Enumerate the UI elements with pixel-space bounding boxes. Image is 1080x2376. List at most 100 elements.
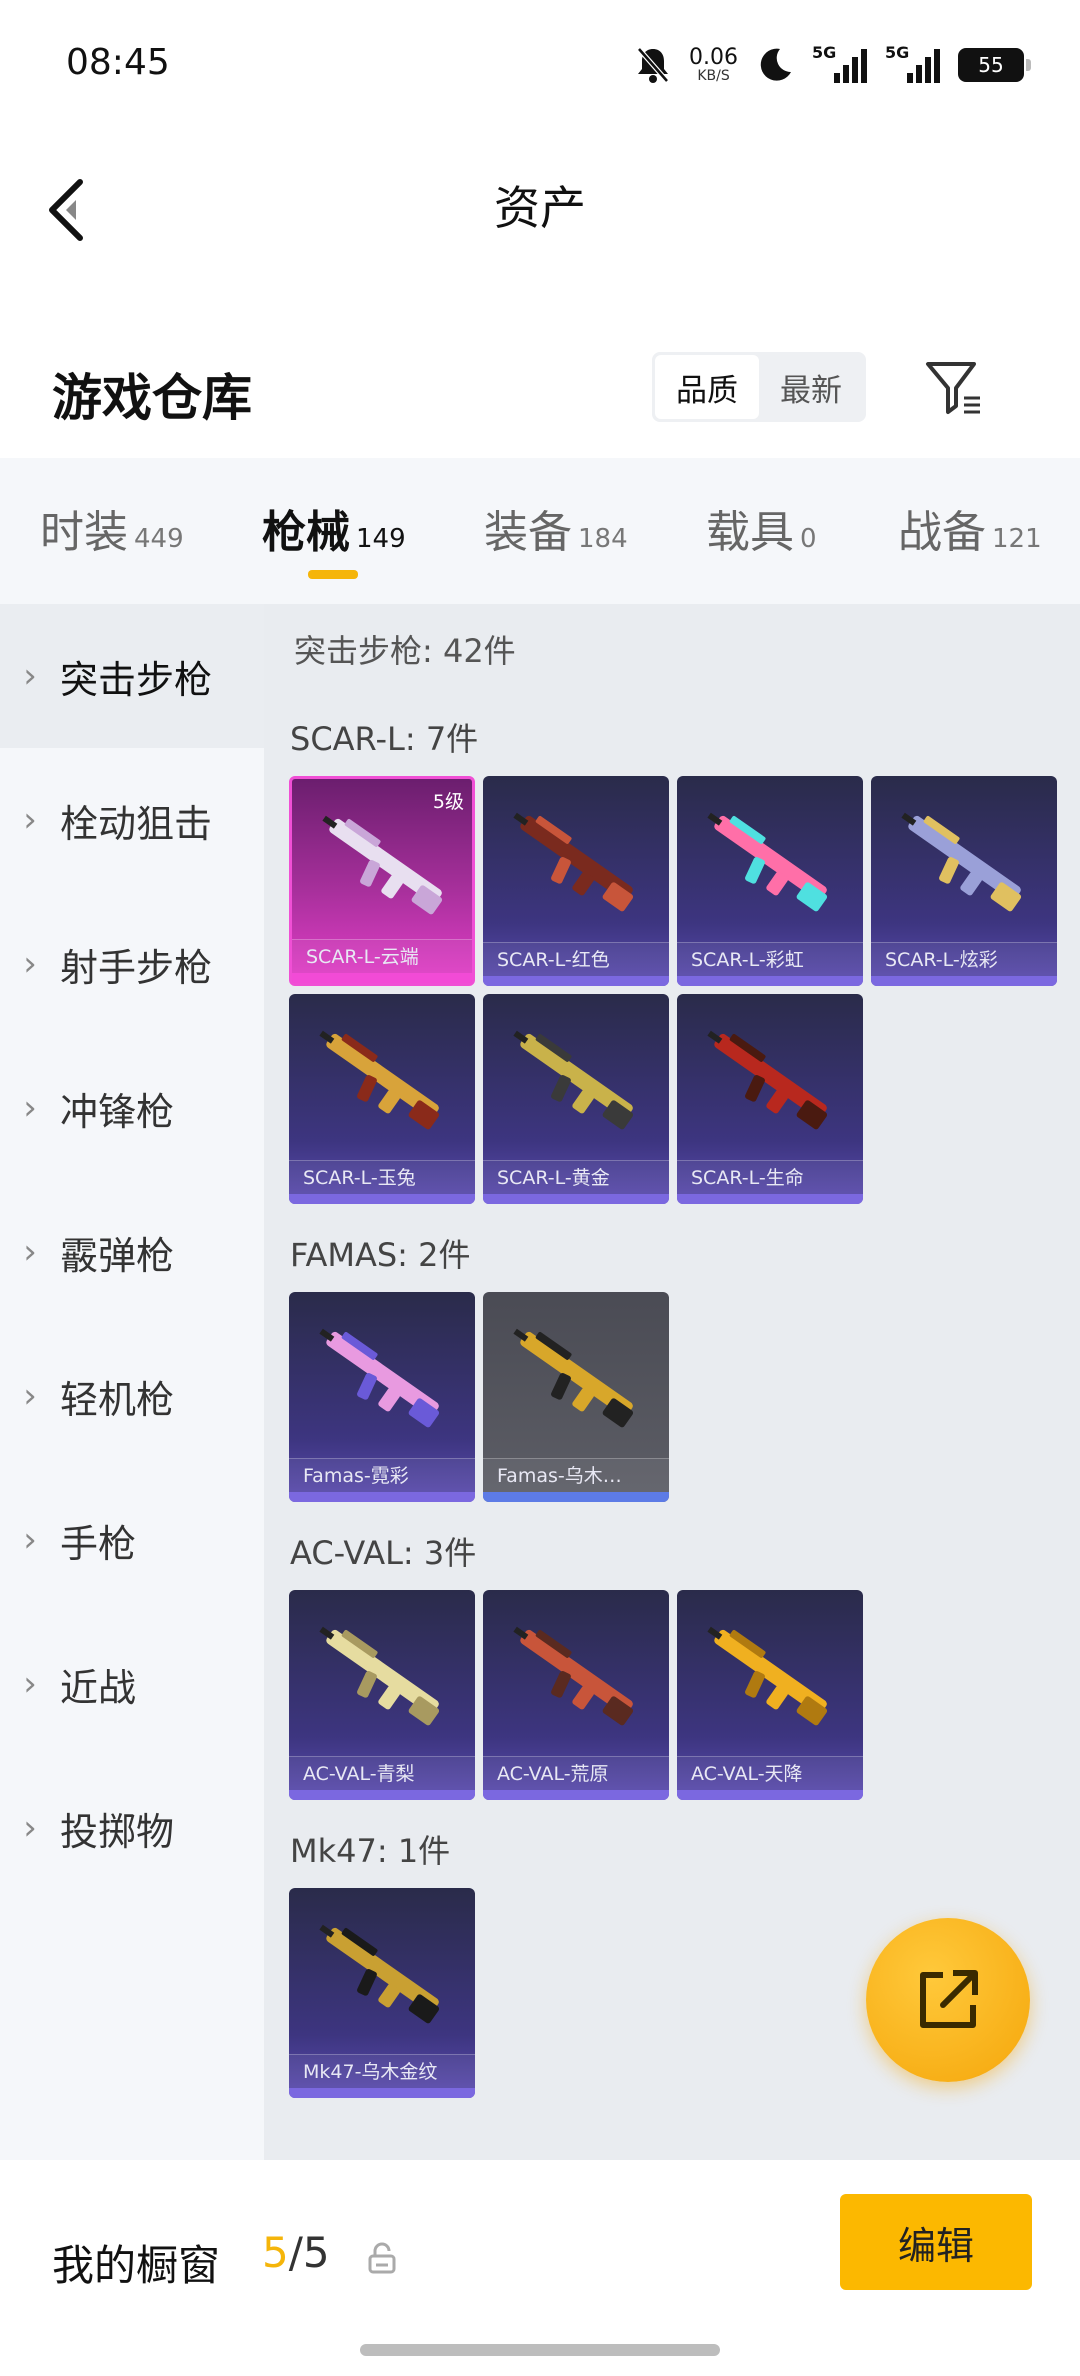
chevron-right-icon: › — [23, 800, 37, 840]
weapon-group-title: AC-VAL: 3件 — [290, 1534, 477, 1572]
rarity-strip — [677, 1194, 863, 1204]
weapon-card[interactable]: SCAR-L-玉兔 — [289, 994, 475, 1204]
app-header: 资产 — [0, 130, 1080, 280]
weapon-name: SCAR-L-彩虹 — [677, 942, 863, 976]
rarity-strip — [289, 2088, 475, 2098]
sidebar-item-shotgun[interactable]: › 霰弹枪 — [0, 1180, 264, 1324]
weapon-card[interactable]: AC-VAL-天降 — [677, 1590, 863, 1800]
weapon-card[interactable]: SCAR-L-彩虹 — [677, 776, 863, 986]
tab-count: 449 — [134, 524, 184, 554]
tab-label: 时装 — [40, 507, 128, 558]
rifle-icon — [901, 812, 1022, 912]
sidebar-item-assault-rifle[interactable]: › 突击步枪 — [0, 604, 264, 748]
moon-icon — [760, 48, 791, 81]
speed-unit: KB/S — [697, 68, 730, 84]
weapon-card[interactable]: SCAR-L-生命 — [677, 994, 863, 1204]
weapon-card[interactable]: Famas-霓彩 — [289, 1292, 475, 1502]
page-title: 资产 — [494, 181, 586, 235]
weapon-card[interactable]: SCAR-L-红色 — [483, 776, 669, 986]
battery-icon: 55 — [958, 48, 1031, 82]
weapon-group-title: Mk47: 1件 — [290, 1832, 451, 1870]
showcase-bar: 我的橱窗 5/5 编辑 — [0, 2160, 1080, 2376]
rarity-strip — [289, 1492, 475, 1502]
sidebar-item-melee[interactable]: › 近战 — [0, 1612, 264, 1756]
tab-vehicles[interactable]: 载具 0 — [706, 496, 817, 560]
showcase-count: 5/5 — [262, 2228, 330, 2277]
weapon-group-title: FAMAS: 2件 — [290, 1236, 471, 1274]
chevron-right-icon: › — [23, 1520, 37, 1560]
weapon-card[interactable]: SCAR-L-黄金 — [483, 994, 669, 1204]
weapon-card[interactable]: AC-VAL-青梨 — [289, 1590, 475, 1800]
weapon-name: SCAR-L-云端 — [292, 939, 472, 973]
home-indicator[interactable] — [360, 2344, 720, 2356]
rifle-icon — [319, 1328, 440, 1428]
sidebar-item-label: 射手步枪 — [60, 945, 213, 990]
lock-icon — [368, 2242, 396, 2274]
sort-option-quality[interactable]: 品质 — [655, 355, 759, 419]
rifle-icon — [319, 1030, 440, 1130]
tab-fashion[interactable]: 时装 449 — [40, 496, 184, 560]
status-bar: 08:45 0.06 KB/S 5G 5G 55 — [0, 0, 1080, 130]
speed-value: 0.06 — [689, 45, 738, 70]
chevron-right-icon: › — [23, 1232, 37, 1272]
edit-button[interactable]: 编辑 — [840, 2194, 1032, 2290]
weapon-card[interactable]: 5级 SCAR-L-云端 — [289, 776, 475, 986]
sidebar-item-label: 手枪 — [60, 1521, 137, 1566]
mute-icon — [637, 47, 669, 83]
rarity-strip — [483, 1194, 669, 1204]
rifle-icon — [513, 812, 634, 912]
sort-segmented-control: 品质 最新 — [652, 352, 866, 422]
showcase-count-current: 5 — [262, 2228, 289, 2277]
rarity-strip — [483, 1790, 669, 1800]
category-tabs: 时装 449 枪械 149 装备 184 载具 0 战备 121 — [0, 458, 1080, 604]
tab-equipment[interactable]: 装备 184 — [484, 496, 628, 560]
chevron-right-icon: › — [23, 1808, 37, 1848]
sidebar-item-bolt-sniper[interactable]: › 栓动狙击 — [0, 748, 264, 892]
tab-label: 装备 — [484, 507, 572, 558]
tab-label: 战备 — [898, 507, 986, 558]
weapon-name: SCAR-L-生命 — [677, 1160, 863, 1194]
tab-label: 枪械 — [262, 507, 350, 558]
chevron-right-icon: › — [23, 656, 37, 696]
warehouse-row: 游戏仓库 品质 最新 — [0, 330, 1080, 450]
rifle-icon — [322, 815, 443, 915]
chevron-right-icon: › — [23, 1664, 37, 1704]
sidebar-item-label: 栓动狙击 — [60, 801, 213, 846]
showcase-count-total: /5 — [288, 2228, 330, 2277]
weapon-name: Famas-霓彩 — [289, 1458, 475, 1492]
weapon-card[interactable]: Famas-乌木… — [483, 1292, 669, 1502]
sidebar-item-lmg[interactable]: › 轻机枪 — [0, 1324, 264, 1468]
status-time: 08:45 — [66, 42, 170, 83]
status-icons: 0.06 KB/S 5G 5G 55 — [635, 40, 1031, 90]
warehouse-title: 游戏仓库 — [52, 369, 252, 427]
weapon-type-sidebar: › 突击步枪 › 栓动狙击 › 射手步枪 › 冲锋枪 › 霰弹枪 › 轻机枪 ›… — [0, 604, 264, 2160]
rarity-strip — [483, 976, 669, 986]
sidebar-item-label: 霰弹枪 — [60, 1233, 175, 1278]
tab-firearms[interactable]: 枪械 149 — [262, 496, 406, 560]
rarity-strip — [677, 1790, 863, 1800]
sidebar-item-label: 冲锋枪 — [60, 1089, 175, 1134]
share-button[interactable] — [866, 1918, 1030, 2082]
network-type-1: 5G — [812, 43, 837, 62]
sidebar-item-pistol[interactable]: › 手枪 — [0, 1468, 264, 1612]
sidebar-item-label: 轻机枪 — [60, 1377, 175, 1422]
share-icon — [920, 1970, 978, 2028]
rifle-icon — [319, 1626, 440, 1726]
network-type-2: 5G — [885, 43, 910, 62]
sidebar-item-smg[interactable]: › 冲锋枪 — [0, 1036, 264, 1180]
tab-supplies[interactable]: 战备 121 — [898, 496, 1042, 560]
signal-icon: 5G — [812, 43, 867, 83]
weapon-card[interactable]: SCAR-L-炫彩 — [871, 776, 1057, 986]
filter-icon[interactable] — [924, 358, 984, 418]
weapon-card[interactable]: AC-VAL-荒原 — [483, 1590, 669, 1800]
rifle-icon — [513, 1030, 634, 1130]
sort-option-latest[interactable]: 最新 — [759, 355, 863, 419]
weapon-card[interactable]: Mk47-乌木金纹 — [289, 1888, 475, 2098]
weapon-name: SCAR-L-黄金 — [483, 1160, 669, 1194]
sidebar-item-marksman-rifle[interactable]: › 射手步枪 — [0, 892, 264, 1036]
sidebar-item-throwables[interactable]: › 投掷物 — [0, 1756, 264, 1900]
weapon-name: AC-VAL-天降 — [677, 1756, 863, 1790]
tab-count: 0 — [800, 524, 817, 554]
weapon-name: AC-VAL-荒原 — [483, 1756, 669, 1790]
rarity-strip — [483, 1492, 669, 1502]
